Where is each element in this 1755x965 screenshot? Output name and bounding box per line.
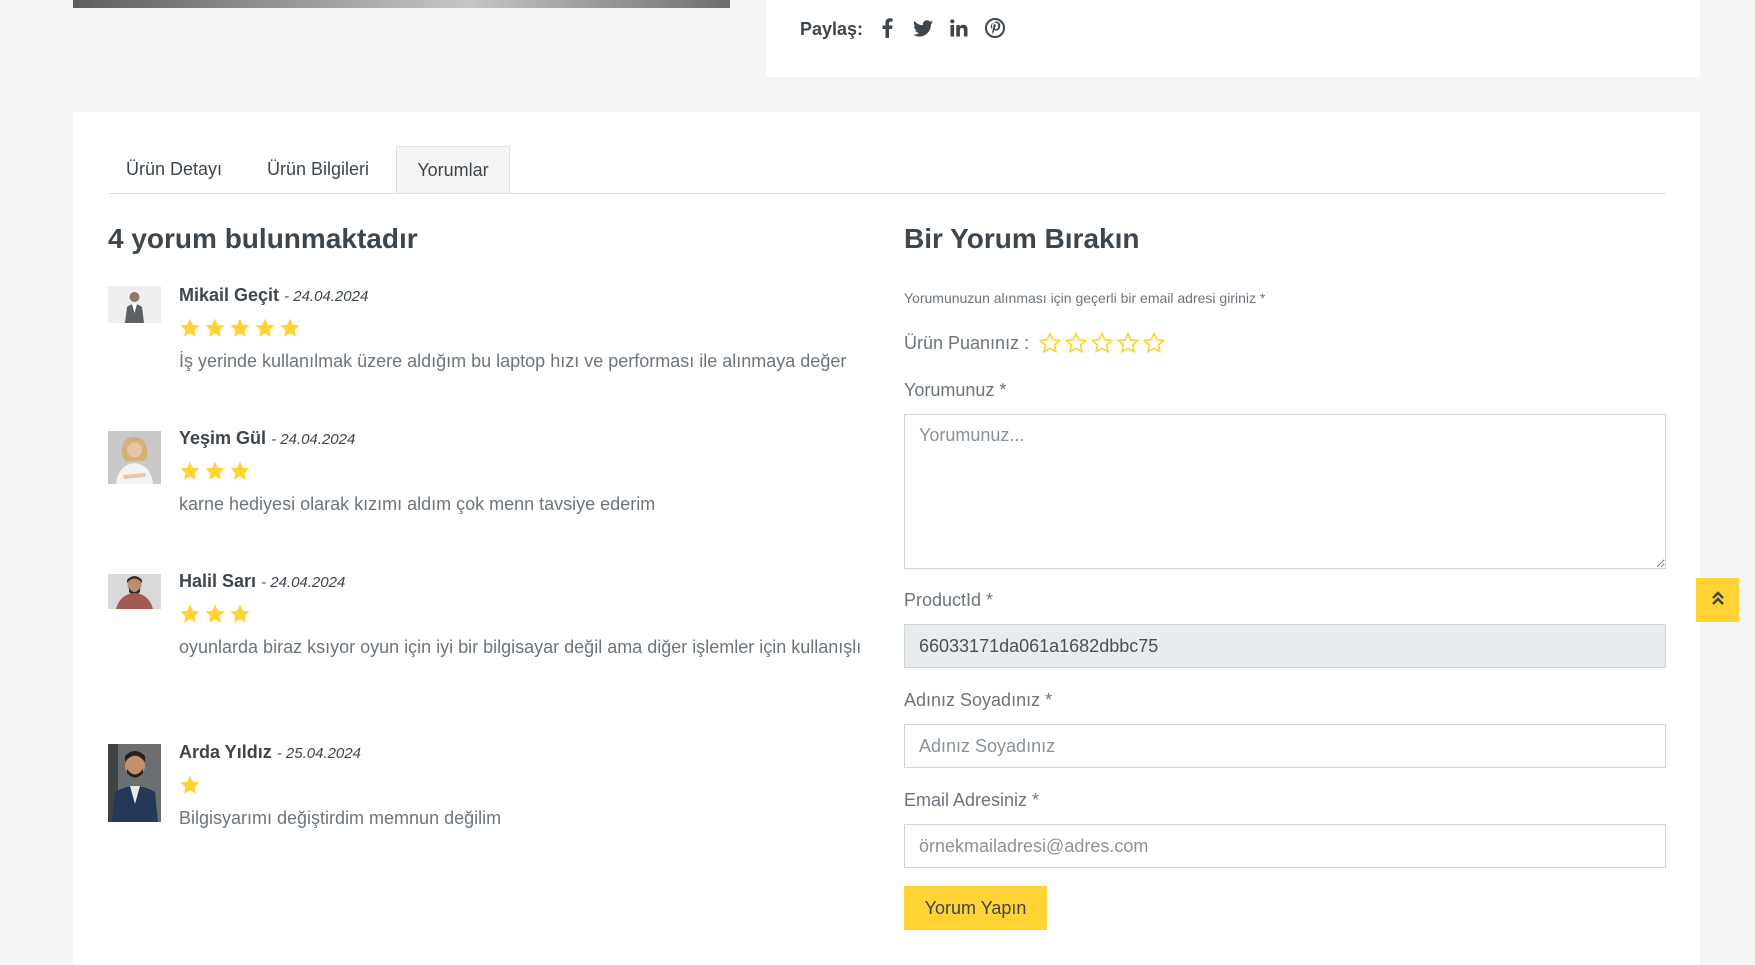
product-image-bottom [73, 0, 730, 8]
tab-reviews[interactable]: Yorumlar [396, 146, 510, 193]
review-text: Bilgisyarımı değiştirdim memnun değilim [179, 808, 502, 828]
star-filled-icon [180, 461, 200, 480]
reviews-count-heading: 4 yorum bulunmaktadır [108, 223, 418, 254]
review-text: İş yerinde kullanılmak üzere aldığım bu … [179, 351, 847, 371]
star-outline-icon[interactable] [1065, 332, 1088, 354]
review-text: karne hediyesi olarak kızımı aldım çok m… [179, 494, 656, 514]
star-filled-icon [255, 318, 275, 337]
product-tabs-card: Ürün Detayı Ürün Bilgileri Yorumlar 4 yo… [73, 112, 1700, 965]
facebook-icon[interactable] [876, 17, 898, 39]
linkedin-icon[interactable] [948, 17, 970, 39]
comment-label: Yorumunuz * [904, 380, 1007, 400]
avatar [108, 431, 161, 484]
product-rating-input: Ürün Puanınız : [904, 332, 1166, 354]
avatar [108, 744, 161, 822]
email-label: Email Adresiniz * [904, 790, 1040, 810]
review-date: - 24.04.2024 [284, 288, 369, 305]
star-filled-icon [205, 604, 225, 623]
twitter-icon[interactable] [912, 17, 934, 39]
star-filled-icon [180, 775, 200, 794]
reviewer-name: Halil Sarı [179, 571, 257, 591]
form-note: Yorumunuzun alınması için geçerli bir em… [904, 290, 1266, 306]
star-filled-icon [180, 604, 200, 623]
review-stars [179, 774, 869, 796]
avatar [108, 286, 161, 323]
tab-product-info[interactable]: Ürün Bilgileri [240, 146, 396, 193]
review-date: - 25.04.2024 [276, 745, 361, 762]
pinterest-icon[interactable] [984, 17, 1006, 39]
tab-product-detail[interactable]: Ürün Detayı [108, 146, 240, 193]
submit-review-button[interactable]: Yorum Yapın [904, 886, 1047, 930]
star-outline-icon[interactable] [1117, 332, 1140, 354]
share-panel: Paylaş: [766, 0, 1700, 77]
star-filled-icon [280, 318, 300, 337]
star-outline-icon[interactable] [1091, 332, 1114, 354]
review-text: oyunlarda biraz ksıyor oyun için iyi bir… [179, 637, 862, 657]
comment-textarea[interactable] [904, 414, 1666, 569]
star-filled-icon [230, 604, 250, 623]
star-filled-icon [230, 318, 250, 337]
review-stars [179, 460, 869, 482]
rating-stars [1039, 332, 1166, 354]
avatar [108, 574, 161, 609]
star-filled-icon [180, 318, 200, 337]
share-icons [876, 17, 1006, 39]
star-filled-icon [230, 461, 250, 480]
reviewer-name: Mikail Geçit [179, 285, 280, 305]
review-date: - 24.04.2024 [261, 574, 346, 591]
review-date: - 24.04.2024 [271, 431, 356, 448]
product-id-field[interactable] [904, 624, 1666, 668]
review-stars [179, 603, 869, 625]
email-field[interactable] [904, 824, 1666, 868]
back-to-top-button[interactable] [1696, 578, 1739, 622]
product-id-label: ProductId * [904, 590, 994, 610]
double-chevron-up-icon [1711, 590, 1725, 611]
review-stars [179, 317, 869, 339]
rating-label: Ürün Puanınız : [904, 332, 1030, 353]
tab-bar: Ürün Detayı Ürün Bilgileri Yorumlar [108, 146, 1666, 194]
star-filled-icon [205, 461, 225, 480]
reviewer-name: Yeşim Gül [179, 428, 267, 448]
star-outline-icon[interactable] [1143, 332, 1166, 354]
reviewer-name: Arda Yıldız [179, 742, 272, 762]
name-label: Adınız Soyadınız * [904, 690, 1053, 710]
leave-review-heading: Bir Yorum Bırakın [904, 223, 1140, 254]
name-field[interactable] [904, 724, 1666, 768]
star-outline-icon[interactable] [1039, 332, 1062, 354]
share-label: Paylaş: [800, 19, 864, 39]
star-filled-icon [205, 318, 225, 337]
